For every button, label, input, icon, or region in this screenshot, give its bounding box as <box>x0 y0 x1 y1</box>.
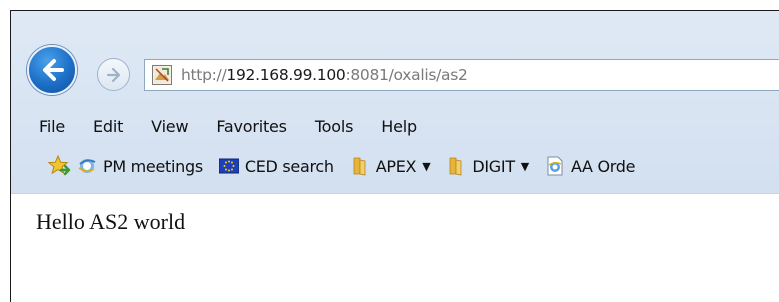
menu-view[interactable]: View <box>137 117 202 136</box>
url-path: :8081/oxalis/as2 <box>345 66 468 84</box>
menu-favorites[interactable]: Favorites <box>202 117 300 136</box>
navigation-bar: http://192.168.99.100:8081/oxalis/as2 <box>11 11 779 107</box>
favorite-folder-digit[interactable]: DIGIT ▼ <box>446 156 529 176</box>
url-scheme: http:// <box>181 66 227 84</box>
favorite-label: CED search <box>244 156 334 176</box>
ie-page-icon <box>78 159 96 173</box>
favorite-label: PM meetings <box>103 156 203 176</box>
address-bar[interactable]: http://192.168.99.100:8081/oxalis/as2 <box>144 59 779 91</box>
menu-edit[interactable]: Edit <box>79 117 137 136</box>
broken-image-icon <box>152 65 172 85</box>
favorite-ced-search[interactable]: CED search <box>218 156 334 176</box>
folder-icon <box>353 157 366 176</box>
favorite-label: AA Orde <box>570 156 636 176</box>
eu-flag-icon <box>218 158 239 174</box>
url-host: 192.168.99.100 <box>226 66 346 84</box>
page-body-text: Hello AS2 world <box>36 209 186 234</box>
chevron-down-icon: ▼ <box>422 159 431 173</box>
forward-button[interactable] <box>97 58 130 91</box>
browser-chrome: http://192.168.99.100:8081/oxalis/as2 Fi… <box>11 11 779 193</box>
favorite-label: DIGIT <box>472 156 515 176</box>
menu-bar: File Edit View Favorites Tools Help <box>11 109 779 143</box>
favorite-label: APEX <box>375 156 417 176</box>
page-content: Hello AS2 world <box>11 193 779 302</box>
forward-arrow-icon <box>106 67 120 82</box>
favorite-folder-apex[interactable]: APEX ▼ <box>350 156 431 176</box>
chevron-down-icon: ▼ <box>520 159 529 173</box>
back-arrow-icon <box>43 59 64 81</box>
ie-page-icon <box>547 156 563 176</box>
url-text[interactable]: http://192.168.99.100:8081/oxalis/as2 <box>181 66 468 84</box>
menu-help[interactable]: Help <box>367 117 431 136</box>
browser-window: http://192.168.99.100:8081/oxalis/as2 Fi… <box>10 10 779 302</box>
menu-file[interactable]: File <box>25 117 79 136</box>
favorite-aa-orders[interactable]: AA Orde <box>545 156 635 176</box>
favorites-bar: PM meetings CED search APEX ▼ DIGIT ▼ AA… <box>11 147 779 185</box>
favorite-pm-meetings[interactable]: PM meetings <box>77 156 203 176</box>
back-button[interactable] <box>27 45 77 95</box>
add-favorite-star-icon[interactable] <box>47 154 71 178</box>
menu-tools[interactable]: Tools <box>301 117 367 136</box>
folder-icon <box>449 157 462 176</box>
